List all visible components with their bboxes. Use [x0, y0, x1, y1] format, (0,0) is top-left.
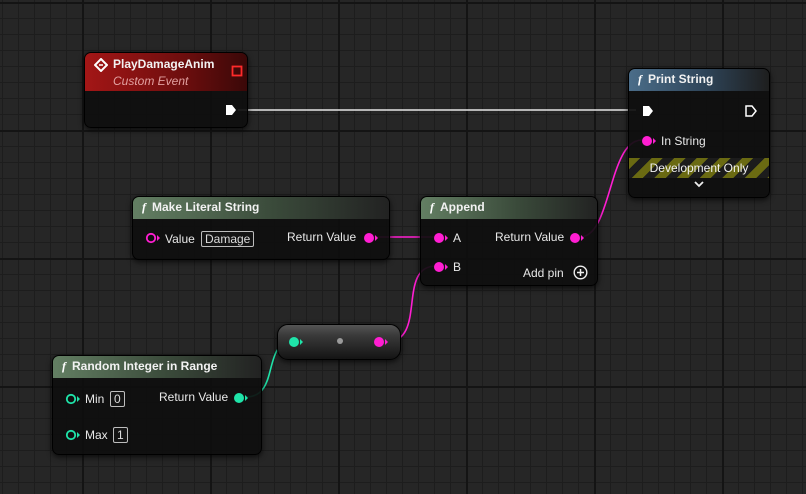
value-label: Value	[165, 232, 195, 246]
return-value-pin[interactable]	[233, 392, 249, 404]
exec-out-pin[interactable]	[744, 104, 758, 118]
conversion-dot-icon	[337, 338, 343, 344]
delegate-pin-icon[interactable]	[231, 65, 243, 77]
custom-event-title: PlayDamageAnim	[113, 57, 215, 71]
conversion-int-in-pin[interactable]	[288, 336, 304, 348]
event-diamond-icon	[94, 58, 108, 72]
b-pin[interactable]	[433, 261, 449, 273]
make-literal-string-header[interactable]: f Make Literal String	[133, 197, 389, 219]
random-integer-title: Random Integer in Range	[72, 359, 218, 373]
add-pin-label[interactable]: Add pin	[523, 266, 564, 280]
function-icon: f	[62, 359, 66, 373]
function-icon: f	[430, 200, 434, 214]
max-input[interactable]: 1	[113, 427, 128, 443]
random-integer-header[interactable]: f Random Integer in Range	[53, 356, 261, 378]
min-label: Min	[85, 392, 105, 406]
append-node[interactable]: f Append A Return Value B Add pin	[420, 196, 598, 286]
make-literal-string-title: Make Literal String	[152, 200, 260, 214]
custom-event-subtitle: Custom Event	[113, 74, 189, 88]
a-pin[interactable]	[433, 232, 449, 244]
make-literal-string-node[interactable]: f Make Literal String Value Damage Return…	[132, 196, 390, 260]
conversion-node[interactable]	[277, 324, 401, 360]
print-string-header[interactable]: f Print String	[629, 69, 769, 91]
b-label: B	[453, 260, 462, 274]
exec-in-pin[interactable]	[641, 104, 655, 118]
function-icon: f	[638, 72, 642, 86]
min-pin[interactable]	[65, 393, 81, 405]
max-pin[interactable]	[65, 429, 81, 441]
development-only-banner: Development Only	[629, 158, 769, 178]
value-pin[interactable]	[145, 232, 161, 244]
return-value-pin[interactable]	[363, 232, 379, 244]
return-value-pin[interactable]	[569, 232, 585, 244]
in-string-pin[interactable]	[641, 135, 657, 147]
append-header[interactable]: f Append	[421, 197, 597, 219]
max-label: Max	[85, 428, 108, 442]
return-value-label: Return Value	[495, 230, 565, 244]
function-icon: f	[142, 200, 146, 214]
plus-circle-icon[interactable]	[573, 265, 588, 280]
print-string-node[interactable]: f Print String In String Development Only	[628, 68, 770, 198]
exec-out-pin[interactable]	[224, 103, 238, 117]
return-value-label: Return Value	[159, 390, 229, 404]
value-input[interactable]: Damage	[201, 231, 255, 247]
in-string-label: In String	[661, 134, 706, 148]
custom-event-node[interactable]: PlayDamageAnim Custom Event	[84, 52, 248, 128]
expand-chevron-icon[interactable]	[629, 179, 769, 191]
custom-event-header[interactable]: PlayDamageAnim Custom Event	[85, 53, 247, 91]
a-label: A	[453, 231, 462, 245]
conversion-string-out-pin[interactable]	[373, 336, 389, 348]
random-integer-node[interactable]: f Random Integer in Range Min 0 Return Va…	[52, 355, 262, 455]
append-title: Append	[440, 200, 485, 214]
print-string-title: Print String	[648, 72, 714, 86]
return-value-label: Return Value	[287, 230, 357, 244]
min-input[interactable]: 0	[110, 391, 125, 407]
